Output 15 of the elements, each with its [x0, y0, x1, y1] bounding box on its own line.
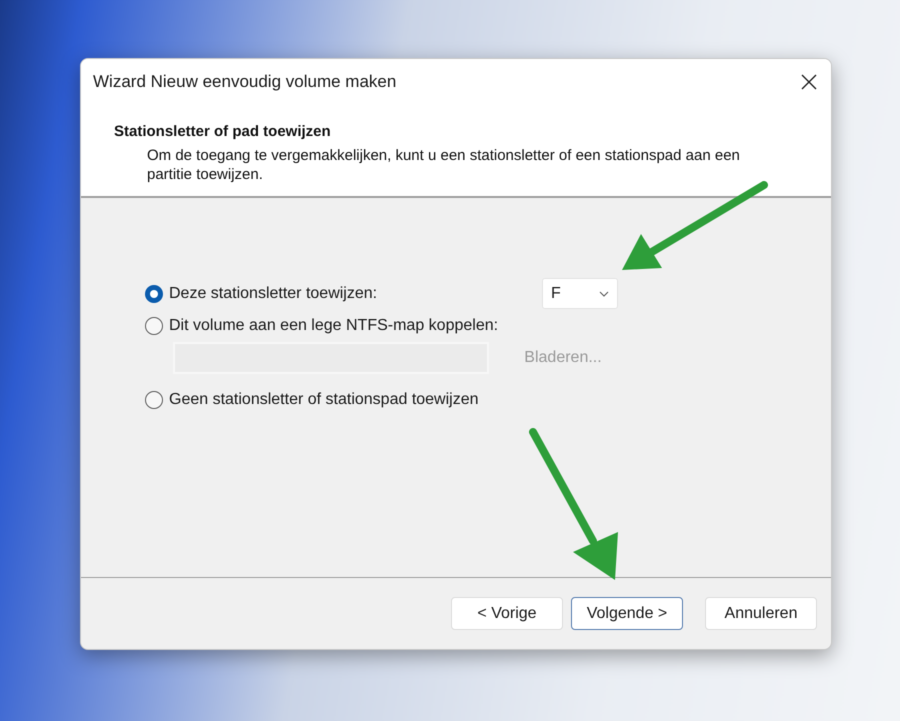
option-label: Deze stationsletter toewijzen: — [169, 284, 378, 304]
wizard-button[interactable]: < Vorige — [451, 597, 563, 630]
header-title: Stationsletter of pad toewijzen — [114, 122, 332, 142]
wizard-button[interactable]: Annuleren — [705, 597, 817, 630]
wizard-button[interactable]: Volgende > — [571, 597, 683, 630]
drive-letter-dropdown[interactable]: F — [542, 278, 618, 309]
radio-button[interactable] — [145, 284, 163, 302]
option-label: Geen stationsletter of stationspad toewijzen — [169, 390, 479, 410]
radio-button[interactable] — [145, 316, 163, 334]
radio-button[interactable] — [145, 390, 163, 408]
close-icon[interactable] — [801, 74, 817, 90]
option-label: Dit volume aan een lege NTFS-map koppelen: — [169, 316, 498, 336]
chevron-down-icon — [599, 290, 609, 296]
window-title: Wizard Nieuw eenvoudig volume maken — [93, 71, 396, 94]
header-description: Om de toegang te vergemakkelijken, kunt u een stationsletter of een stationspad aan een partitie toewijzen. — [146, 146, 741, 184]
